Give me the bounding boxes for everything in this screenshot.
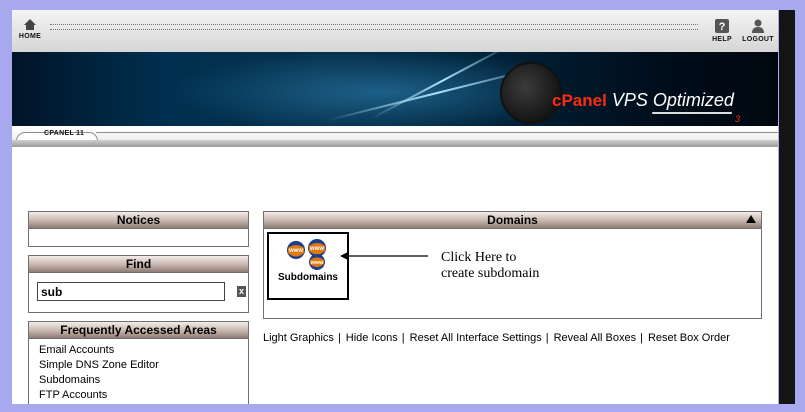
domains-title: Domains — [264, 212, 761, 229]
divider-strip — [12, 140, 778, 147]
find-box: Find x — [28, 255, 249, 313]
annotation-line-2: create subdomain — [441, 266, 540, 281]
collapse-box-button[interactable] — [746, 215, 756, 223]
notices-title: Notices — [29, 212, 248, 229]
light-graphics-link[interactable]: Light Graphics — [263, 332, 334, 344]
window-edge — [779, 10, 795, 404]
help-label: HELP — [712, 36, 732, 43]
logout-label: LOGOUT — [742, 36, 774, 43]
frequent-item-email-accounts[interactable]: Email Accounts — [39, 343, 248, 358]
subdomains-icon: www www www — [287, 239, 326, 270]
cpanel-banner: cPanel VPS Optimized 3 — [12, 52, 778, 126]
top-toolbar: HOME ? HELP LOGOUT — [12, 10, 778, 53]
clear-search-button[interactable]: x — [237, 286, 246, 297]
home-button[interactable]: HOME — [16, 18, 44, 40]
frequently-accessed-list: Email Accounts Simple DNS Zone Editor Su… — [29, 339, 248, 403]
svg-text:www: www — [310, 260, 325, 266]
link-separator: | — [337, 332, 341, 344]
find-title: Find — [29, 256, 248, 273]
version-line — [96, 132, 778, 133]
svg-text:www: www — [309, 246, 324, 252]
frequent-item-subdomains[interactable]: Subdomains — [39, 373, 248, 388]
frequent-item-ftp-accounts[interactable]: FTP Accounts — [39, 388, 248, 403]
frequent-item-simple-dns-zone-editor[interactable]: Simple DNS Zone Editor — [39, 358, 248, 373]
reveal-all-boxes-link[interactable]: Reveal All Boxes — [554, 332, 637, 344]
logout-button[interactable]: LOGOUT — [740, 18, 776, 43]
home-icon — [24, 19, 36, 30]
reset-box-order-link[interactable]: Reset Box Order — [648, 332, 730, 344]
help-icon: ? — [715, 19, 729, 33]
product-name: VPS Optimized — [611, 90, 734, 110]
link-separator: | — [640, 332, 643, 344]
cpanel-window: HOME ? HELP LOGOUT cPanel VPS Optimized — [12, 10, 778, 404]
logo-swoosh — [652, 112, 732, 114]
annotation-arrow — [340, 252, 428, 260]
reset-interface-settings-link[interactable]: Reset All Interface Settings — [410, 332, 542, 344]
frequently-accessed-box: Frequently Accessed Areas Email Accounts… — [28, 321, 249, 404]
brand-name: cPanel — [552, 91, 607, 110]
link-separator: | — [545, 332, 549, 344]
svg-text:?: ? — [719, 21, 726, 33]
help-button[interactable]: ? HELP — [708, 18, 736, 43]
frequently-accessed-title: Frequently Accessed Areas — [29, 322, 248, 339]
home-label: HOME — [18, 33, 42, 40]
link-separator: | — [401, 332, 405, 344]
svg-text:www: www — [288, 248, 303, 254]
cpanel-logo-text: cPanel VPS Optimized — [552, 90, 734, 111]
subdomains-button[interactable]: www www www Subdomains — [267, 232, 349, 300]
user-icon — [752, 19, 764, 33]
hide-icons-link[interactable]: Hide Icons — [346, 332, 398, 344]
interface-links: Light Graphics | Hide Icons | Reset All Inte… — [263, 331, 758, 345]
find-input[interactable] — [37, 282, 225, 301]
subdomains-label: Subdomains — [277, 272, 338, 283]
toolbar-rail — [50, 24, 698, 30]
logo-suffix: 3 — [735, 114, 741, 124]
annotation-line-1: Click Here to — [441, 250, 517, 265]
version-label: CPANEL 11 — [44, 130, 85, 137]
annotation-note: Click Here to create subdomain — [441, 250, 539, 282]
notices-box: Notices — [28, 211, 249, 247]
